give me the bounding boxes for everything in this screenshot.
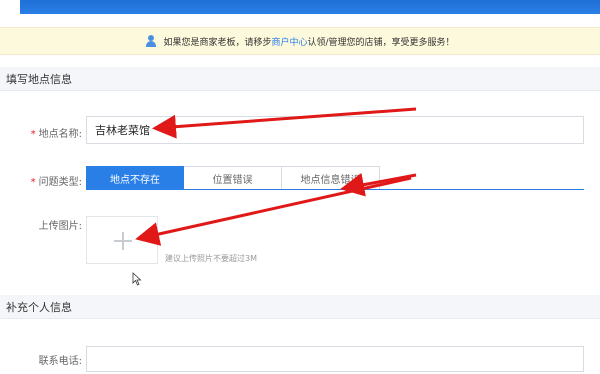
section-title-personal-info: 补充个人信息	[0, 295, 600, 319]
phone-input[interactable]	[86, 346, 584, 372]
upload-hint: 建议上传照片不要超过3M	[165, 254, 257, 263]
tab-location-not-exist[interactable]: 地点不存在	[86, 166, 184, 190]
user-icon	[145, 35, 157, 47]
notice-prefix: 如果您是商家老板，请移步	[163, 37, 272, 48]
tab-underline	[86, 189, 584, 190]
section-title-location-info: 填写地点信息	[0, 67, 600, 91]
top-header-bar	[0, 0, 600, 14]
plus-icon	[114, 232, 132, 250]
name-label: * 地点名称:	[30, 129, 82, 140]
phone-label: 联系电话:	[38, 356, 82, 367]
image-upload-box[interactable]	[86, 216, 158, 264]
mouse-cursor-icon	[132, 272, 142, 286]
upload-label: 上传图片:	[38, 221, 82, 232]
tab-info-error[interactable]: 地点信息错误	[282, 166, 380, 190]
problem-type-tabs: 地点不存在 位置错误 地点信息错误	[86, 166, 380, 190]
notice-suffix: 认领/管理您的店铺，享受更多服务！	[307, 37, 455, 48]
merchant-center-link[interactable]: 商户中心	[271, 38, 307, 48]
problem-type-label: * 问题类型:	[30, 177, 82, 188]
location-name-input[interactable]: 吉林老菜馆	[86, 116, 584, 144]
tab-wrong-position[interactable]: 位置错误	[184, 166, 282, 190]
merchant-notice-banner: 如果您是商家老板，请移步商户中心认领/管理您的店铺，享受更多服务！	[0, 27, 600, 55]
header-tab-edge	[0, 0, 600, 14]
